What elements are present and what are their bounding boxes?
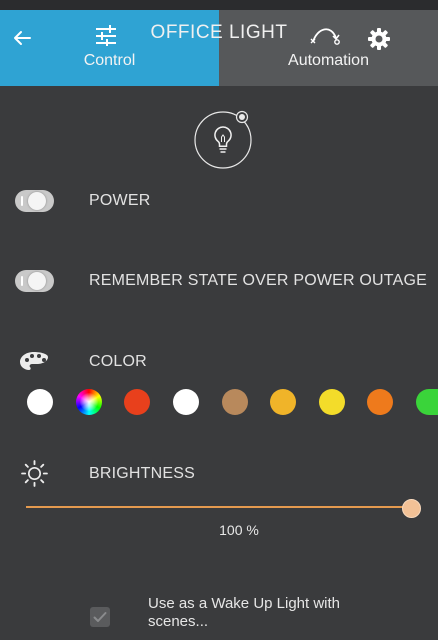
wake-up-label[interactable]: Use as a Wake Up Light with scenes... <box>148 595 388 631</box>
checkmark-icon <box>93 612 107 622</box>
power-label: POWER <box>89 192 151 209</box>
color-swatch-orange[interactable] <box>367 389 393 415</box>
device-bulb-button[interactable] <box>193 110 253 170</box>
color-label: COLOR <box>89 353 147 370</box>
color-swatch-red[interactable] <box>124 389 150 415</box>
color-swatch-white[interactable] <box>27 389 53 415</box>
color-swatch-green[interactable] <box>416 389 438 415</box>
power-toggle[interactable] <box>15 190 54 212</box>
remember-state-label: REMEMBER STATE OVER POWER OUTAGE <box>89 272 427 289</box>
color-swatch-rainbow[interactable] <box>76 389 102 415</box>
sliders-icon <box>96 25 116 46</box>
gear-icon[interactable] <box>367 27 391 51</box>
color-swatch-yellow[interactable] <box>319 389 345 415</box>
tab-automation-label: Automation <box>288 52 369 69</box>
color-swatch-white-2[interactable] <box>173 389 199 415</box>
status-bar <box>0 0 438 10</box>
brightness-label: BRIGHTNESS <box>89 465 196 482</box>
header: Control Automation OFFICE LIGHT <box>0 10 438 86</box>
lightbulb-icon <box>214 126 232 153</box>
palette-icon <box>20 352 48 370</box>
color-swatch-amber[interactable] <box>270 389 296 415</box>
automation-curve-icon <box>310 28 340 45</box>
remember-state-toggle[interactable] <box>15 270 54 292</box>
color-swatch-tan[interactable] <box>222 389 248 415</box>
brightness-value: 100 % <box>219 522 259 538</box>
brightness-slider-thumb[interactable] <box>402 499 421 518</box>
tab-control[interactable]: Control <box>0 10 219 86</box>
brightness-slider-track[interactable] <box>26 506 411 508</box>
sun-icon <box>21 460 48 487</box>
tab-control-label: Control <box>83 52 136 69</box>
tab-automation[interactable]: Automation <box>219 10 438 86</box>
wake-up-checkbox[interactable] <box>90 607 110 627</box>
